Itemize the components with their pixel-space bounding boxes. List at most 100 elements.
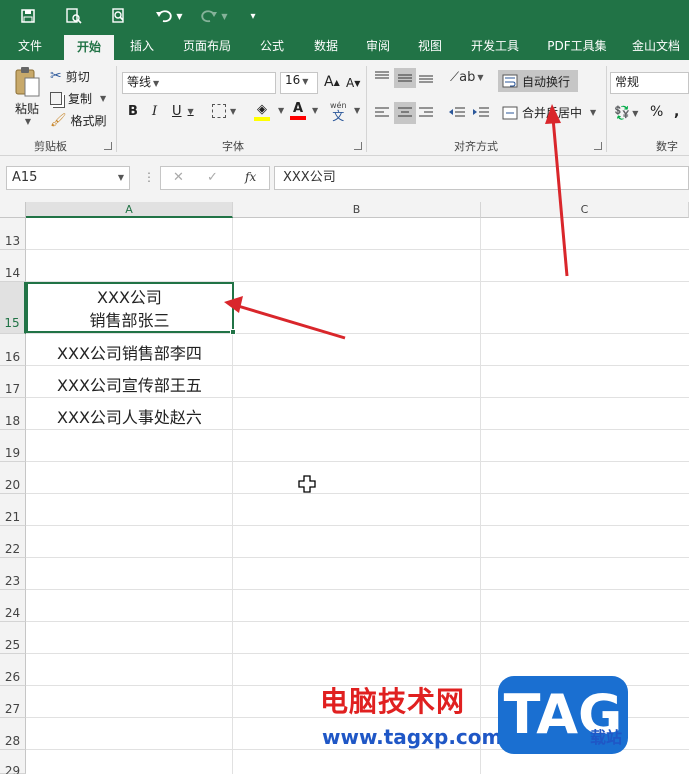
column-header-a[interactable]: A <box>26 202 233 218</box>
row-gridline <box>26 461 689 462</box>
row-header-13[interactable]: 13 <box>0 218 26 250</box>
tab-pdf-tools[interactable]: PDF工具集 <box>540 32 614 60</box>
find-icon[interactable] <box>108 6 130 26</box>
align-top-button[interactable] <box>374 70 390 84</box>
bold-button[interactable]: B <box>128 104 138 119</box>
format-painter-button[interactable]: 🖌 格式刷 <box>50 110 107 130</box>
watermark-sub-text: 载站 <box>590 728 623 747</box>
tab-file[interactable]: 文件 <box>8 32 52 60</box>
increase-font-button[interactable]: A ▲ <box>324 74 340 90</box>
tab-developer[interactable]: 开发工具 <box>462 32 528 60</box>
cancel-icon[interactable]: ✕ <box>173 170 184 185</box>
row-header-14[interactable]: 14 <box>0 250 26 282</box>
clipboard-launcher-icon[interactable] <box>104 142 112 150</box>
font-size-select[interactable]: 16 ▼ <box>280 72 318 94</box>
row-header-29[interactable]: 29 <box>0 750 26 774</box>
scissors-icon: ✂ <box>50 68 62 84</box>
fill-color-dropdown[interactable]: ▼ <box>276 106 284 115</box>
orientation-button[interactable]: ⟋ab ▼ <box>450 70 483 85</box>
align-right-button[interactable] <box>418 106 434 120</box>
align-left-button[interactable] <box>374 106 390 120</box>
group-divider <box>116 66 117 152</box>
fill-color-button[interactable]: ◈ <box>254 102 270 121</box>
phonetic-dropdown[interactable]: ▼ <box>352 106 360 115</box>
decrease-indent-button[interactable] <box>448 106 466 120</box>
fill-handle[interactable] <box>230 329 236 335</box>
row-header-27[interactable]: 27 <box>0 686 26 718</box>
borders-button[interactable]: ▼ <box>212 104 236 118</box>
formula-input[interactable]: XXX公司 <box>274 166 689 190</box>
row-gridline <box>26 589 689 590</box>
percent-button[interactable]: % <box>650 104 663 120</box>
row-header-28[interactable]: 28 <box>0 718 26 750</box>
merge-center-button[interactable]: 合并后居中 ▼ <box>502 104 596 121</box>
alignment-launcher-icon[interactable] <box>594 142 602 150</box>
cell-a18[interactable]: XXX公司人事处赵六 <box>26 404 233 428</box>
active-cell-border <box>26 282 234 333</box>
format-painter-label: 格式刷 <box>70 113 107 128</box>
formula-buttons: ✕ ✓ fx <box>160 166 270 190</box>
italic-button[interactable]: I <box>152 104 157 119</box>
decrease-font-button[interactable]: A ▼ <box>346 76 360 90</box>
select-all-corner[interactable] <box>0 202 26 218</box>
accounting-format-button[interactable]: 💱 ▼ <box>614 106 638 121</box>
align-bottom-icon <box>419 75 433 83</box>
copy-dropdown-icon[interactable]: ▼ <box>100 94 106 103</box>
row-header-16[interactable]: 16 <box>0 334 26 366</box>
row-header-23[interactable]: 23 <box>0 558 26 590</box>
copy-button[interactable]: 复制 ▼ <box>50 88 106 108</box>
align-bottom-button[interactable] <box>418 70 434 84</box>
font-color-button[interactable]: A <box>290 102 306 120</box>
insert-function-icon[interactable]: fx <box>245 170 256 184</box>
font-name-select[interactable]: 等线 ▼ <box>122 72 276 94</box>
font-launcher-icon[interactable] <box>354 142 362 150</box>
row-header-26[interactable]: 26 <box>0 654 26 686</box>
phonetic-button[interactable]: wén 文 <box>330 100 347 122</box>
row-header-20[interactable]: 20 <box>0 462 26 494</box>
row-header-24[interactable]: 24 <box>0 590 26 622</box>
tab-view[interactable]: 视图 <box>408 32 452 60</box>
row-header-22[interactable]: 22 <box>0 526 26 558</box>
increase-indent-button[interactable] <box>472 106 490 120</box>
row-gridline <box>26 333 689 334</box>
align-center-button[interactable] <box>394 102 416 124</box>
customize-icon[interactable]: ▾ <box>246 6 260 26</box>
tab-data[interactable]: 数据 <box>304 32 348 60</box>
undo-icon[interactable]: ▼ <box>152 6 186 26</box>
tab-kingsoft-docs[interactable]: 金山文档 <box>624 32 688 60</box>
watermark-site-name: 电脑技术网 <box>320 685 466 718</box>
more-options-icon[interactable]: ⋮ <box>143 170 155 184</box>
row-header-25[interactable]: 25 <box>0 622 26 654</box>
paste-button[interactable]: 粘贴 ▼ <box>10 66 44 130</box>
cell-a16[interactable]: XXX公司销售部李四 <box>26 340 233 364</box>
column-header-b[interactable]: B <box>233 202 481 218</box>
tab-review[interactable]: 审阅 <box>356 32 400 60</box>
tab-formulas[interactable]: 公式 <box>250 32 294 60</box>
tab-insert[interactable]: 插入 <box>120 32 164 60</box>
align-middle-icon <box>398 74 412 82</box>
row-header-18[interactable]: 18 <box>0 398 26 430</box>
name-box[interactable]: A15 ▼ <box>6 166 130 190</box>
cut-button[interactable]: ✂ 剪切 <box>50 66 90 86</box>
wrap-text-button[interactable]: 自动换行 <box>498 70 578 92</box>
row-header-17[interactable]: 17 <box>0 366 26 398</box>
comma-button[interactable]: , <box>674 104 679 120</box>
tab-home[interactable]: 开始 <box>64 35 114 60</box>
row-header-15[interactable]: 15 <box>0 282 26 334</box>
tab-page-layout[interactable]: 页面布局 <box>174 32 240 60</box>
redo-icon[interactable]: ▼ <box>198 6 230 26</box>
font-color-dropdown[interactable]: ▼ <box>310 106 318 115</box>
underline-button[interactable]: U ▼ <box>172 104 194 119</box>
row-gridline <box>26 493 689 494</box>
cell-a17[interactable]: XXX公司宣传部王五 <box>26 372 233 396</box>
print-preview-icon[interactable] <box>62 6 84 26</box>
number-format-select[interactable]: 常规 <box>610 72 689 94</box>
chevron-down-icon: ▼ <box>312 106 319 115</box>
enter-icon[interactable]: ✓ <box>207 170 218 185</box>
save-icon[interactable] <box>18 6 38 26</box>
row-header-19[interactable]: 19 <box>0 430 26 462</box>
row-gridline <box>26 397 689 398</box>
align-middle-button[interactable] <box>394 68 416 88</box>
row-header-21[interactable]: 21 <box>0 494 26 526</box>
column-header-c[interactable]: C <box>481 202 689 218</box>
